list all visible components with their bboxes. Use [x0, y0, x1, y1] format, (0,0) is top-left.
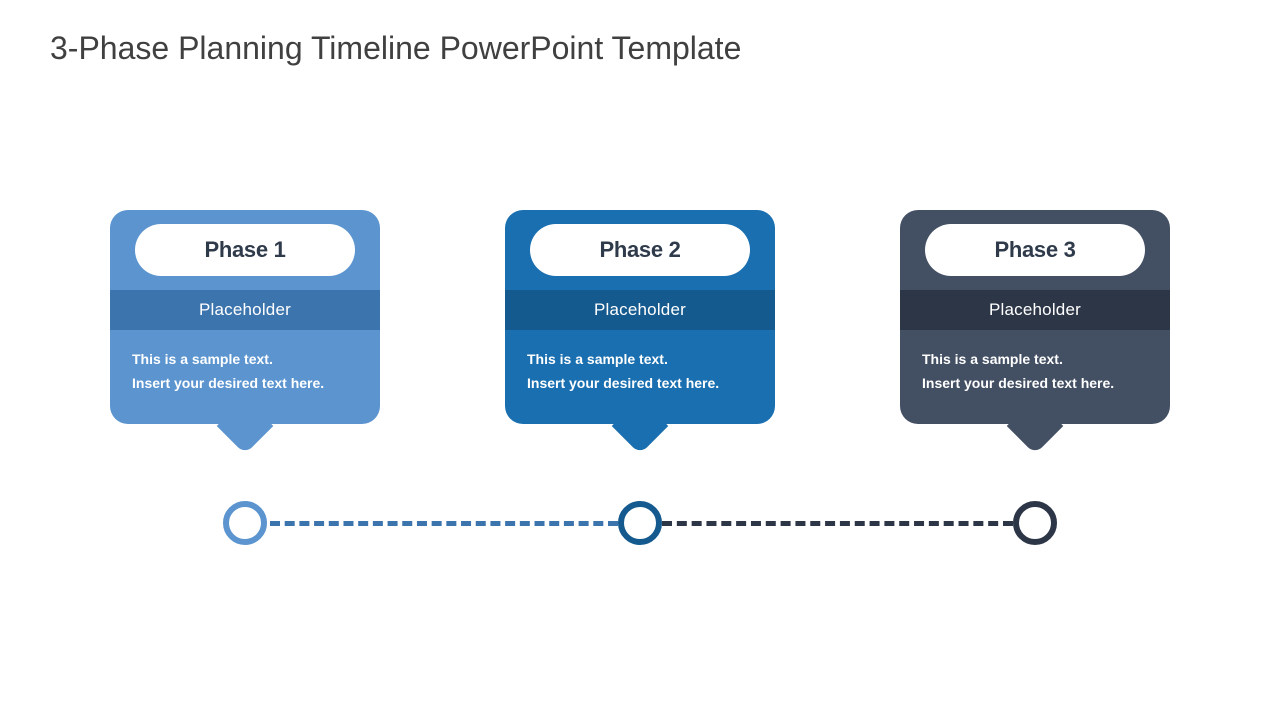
phase-subtitle-2: Placeholder: [505, 290, 775, 330]
phase-body-1-line1: This is a sample text.: [132, 348, 358, 372]
timeline-node-3: [1013, 501, 1057, 545]
phase-pill-1: Phase 1: [135, 224, 355, 276]
phase-card-3: Phase 3 Placeholder This is a sample tex…: [900, 210, 1170, 424]
timeline-segment-2: [662, 521, 1013, 526]
timeline-segment-1: [270, 521, 618, 526]
phase-body-1-line2: Insert your desired text here.: [132, 372, 358, 396]
phase-subtitle-3: Placeholder: [900, 290, 1170, 330]
phase-body-3-line1: This is a sample text.: [922, 348, 1148, 372]
phase-body-2-line1: This is a sample text.: [527, 348, 753, 372]
timeline-node-1: [223, 501, 267, 545]
phase-body-2-line2: Insert your desired text here.: [527, 372, 753, 396]
phase-pill-2: Phase 2: [530, 224, 750, 276]
phase-body-3-line2: Insert your desired text here.: [922, 372, 1148, 396]
phase-card-1: Phase 1 Placeholder This is a sample tex…: [110, 210, 380, 424]
phase-subtitle-1: Placeholder: [110, 290, 380, 330]
diagram-stage: Phase 1 Placeholder This is a sample tex…: [0, 0, 1280, 720]
timeline-node-2: [618, 501, 662, 545]
phase-pill-3: Phase 3: [925, 224, 1145, 276]
phase-card-2: Phase 2 Placeholder This is a sample tex…: [505, 210, 775, 424]
